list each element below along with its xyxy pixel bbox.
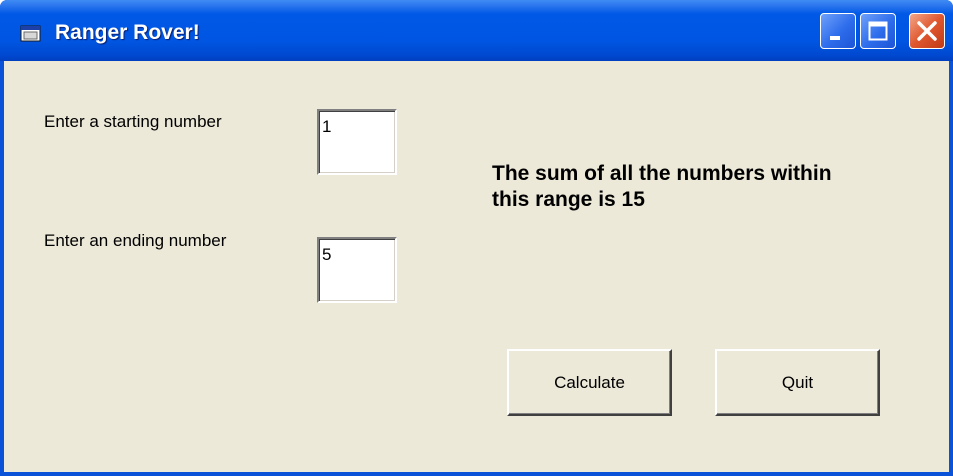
end-number-label: Enter an ending number — [44, 231, 227, 250]
calculate-button[interactable]: Calculate — [507, 349, 672, 416]
close-button[interactable] — [909, 13, 945, 49]
form-client-area: Enter a starting number 1 Enter an endin… — [4, 61, 949, 472]
app-window-icon[interactable] — [20, 24, 42, 44]
minimize-icon — [830, 36, 840, 40]
start-number-label: Enter a starting number — [44, 112, 222, 131]
close-icon — [917, 21, 937, 41]
result-text: The sum of all the numbers within this r… — [492, 162, 832, 211]
maximize-button[interactable] — [860, 13, 896, 49]
minimize-button[interactable] — [820, 13, 856, 49]
maximize-icon — [868, 21, 888, 41]
window-title: Ranger Rover! — [55, 21, 200, 44]
app-window: Ranger Rover! Enter a starting number 1 … — [0, 0, 953, 476]
start-number-input[interactable]: 1 — [317, 109, 397, 175]
quit-button[interactable]: Quit — [715, 349, 880, 416]
title-bar[interactable]: Ranger Rover! — [0, 0, 953, 61]
end-number-input[interactable]: 5 — [317, 237, 397, 303]
